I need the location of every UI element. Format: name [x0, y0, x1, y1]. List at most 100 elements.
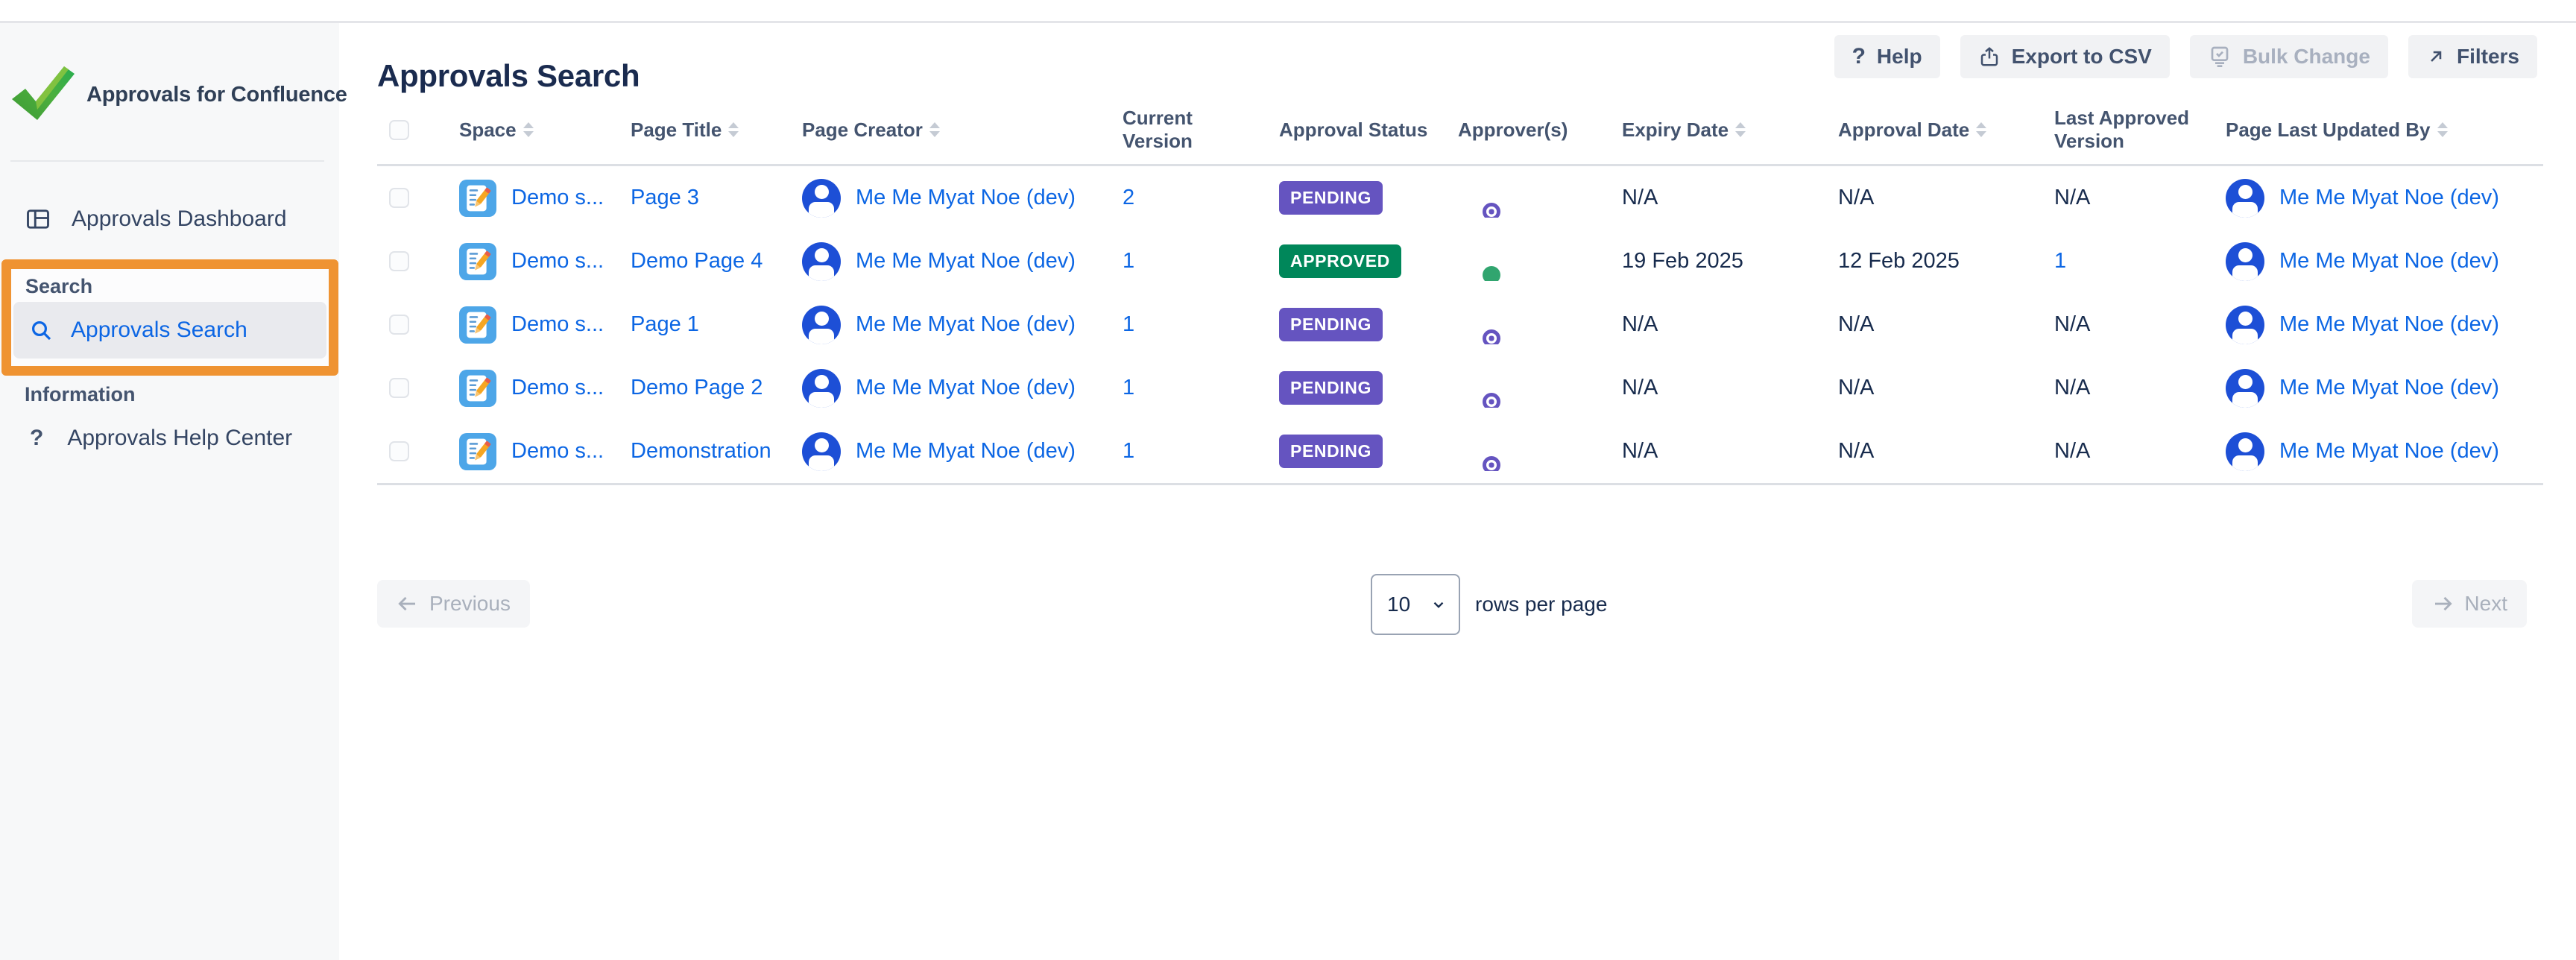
last-approved-version[interactable]: N/A [2054, 376, 2090, 400]
last-approved-version[interactable]: N/A [2054, 312, 2090, 337]
space-link[interactable]: Demo s... [511, 312, 604, 337]
expiry-date-cell: N/A [1610, 376, 1826, 400]
current-version-value[interactable]: 1 [1123, 439, 1134, 464]
column-header-current-version: Current Version [1111, 107, 1267, 153]
filters-button[interactable]: Filters [2408, 35, 2537, 78]
approval-date: N/A [1838, 439, 1874, 464]
space-cell: Demo s... [447, 433, 619, 470]
row-checkbox[interactable] [389, 378, 409, 398]
creator-link[interactable]: Me Me Myat Noe (dev) [856, 249, 1076, 274]
updated-by-link[interactable]: Me Me Myat Noe (dev) [2279, 186, 2499, 210]
approval-date: N/A [1838, 186, 1874, 210]
last-approved-version[interactable]: N/A [2054, 186, 2090, 210]
approvers-cell [1446, 306, 1610, 344]
column-header-page-last-updated-by[interactable]: Page Last Updated By [2214, 119, 2543, 142]
space-link[interactable]: Demo s... [511, 249, 604, 274]
sidebar-item-label: Approvals Help Center [67, 426, 292, 451]
last-approved-version-cell: N/A [2042, 186, 2214, 210]
creator-avatar [802, 369, 841, 408]
row-select-cell [377, 188, 447, 208]
page-title-link[interactable]: Demo Page 2 [631, 376, 763, 400]
presence-badge [1483, 266, 1500, 281]
space-link[interactable]: Demo s... [511, 186, 604, 210]
top-divider [0, 0, 2576, 23]
table-row: Demo s... Demo Page 4 Me Me Myat Noe (de… [377, 230, 2543, 293]
row-checkbox[interactable] [389, 315, 409, 335]
approver-avatar[interactable] [1458, 242, 1497, 281]
button-label: Export to CSV [2012, 45, 2152, 69]
sidebar-item-approvals-search[interactable]: Approvals Search [13, 302, 326, 359]
current-version-value[interactable]: 1 [1123, 249, 1134, 274]
approval-date: N/A [1838, 376, 1874, 400]
arrow-left-icon [397, 593, 419, 615]
next-button[interactable]: Next [2412, 580, 2527, 628]
status-badge: PENDING [1279, 435, 1383, 468]
dashboard-icon [25, 206, 51, 233]
creator-link[interactable]: Me Me Myat Noe (dev) [856, 186, 1076, 210]
arrow-right-icon [2431, 593, 2454, 615]
column-header-page-creator[interactable]: Page Creator [790, 119, 1111, 142]
updated-by-link[interactable]: Me Me Myat Noe (dev) [2279, 376, 2499, 400]
expiry-date: N/A [1622, 186, 1658, 210]
expiry-date-cell: N/A [1610, 439, 1826, 464]
help-button[interactable]: ? Help [1834, 35, 1940, 78]
row-checkbox[interactable] [389, 251, 409, 271]
space-link[interactable]: Demo s... [511, 439, 604, 464]
sort-icon [728, 122, 739, 137]
updated-by-avatar [2226, 306, 2264, 344]
rows-per-page-select[interactable]: 10 [1371, 574, 1460, 635]
sort-icon [1735, 122, 1746, 137]
creator-avatar [802, 179, 841, 218]
creator-link[interactable]: Me Me Myat Noe (dev) [856, 312, 1076, 337]
creator-link[interactable]: Me Me Myat Noe (dev) [856, 439, 1076, 464]
select-all-checkbox[interactable] [389, 120, 409, 140]
sidebar: Approvals for Confluence Approvals Dashb… [0, 23, 339, 960]
approver-avatar[interactable] [1458, 306, 1497, 344]
export-csv-button[interactable]: Export to CSV [1960, 35, 2170, 78]
current-version-value[interactable]: 2 [1123, 186, 1134, 210]
table-row: Demo s... Demonstration Me Me Myat Noe (… [377, 420, 2543, 483]
current-version-value[interactable]: 1 [1123, 312, 1134, 337]
page-title-link[interactable]: Demo Page 4 [631, 249, 763, 274]
creator-avatar [802, 242, 841, 281]
column-header-page-title[interactable]: Page Title [619, 119, 790, 142]
updated-by-link[interactable]: Me Me Myat Noe (dev) [2279, 439, 2499, 464]
export-icon [1978, 45, 2001, 68]
selected-value: 10 [1387, 593, 1410, 616]
approvers-cell [1446, 432, 1610, 471]
row-checkbox[interactable] [389, 441, 409, 461]
space-icon [459, 433, 496, 470]
last-approved-version[interactable]: 1 [2054, 249, 2066, 274]
space-link[interactable]: Demo s... [511, 376, 604, 400]
sort-icon [523, 122, 534, 137]
updated-by-link[interactable]: Me Me Myat Noe (dev) [2279, 249, 2499, 274]
page-title-link[interactable]: Page 1 [631, 312, 699, 337]
updated-by-link[interactable]: Me Me Myat Noe (dev) [2279, 312, 2499, 337]
last-approved-version[interactable]: N/A [2054, 439, 2090, 464]
button-label: Help [1877, 45, 1922, 69]
table-header-row: Space Page Title Page Creator Current Ve… [377, 95, 2543, 166]
current-version-cell: 1 [1111, 376, 1267, 400]
sidebar-item-approvals-dashboard[interactable]: Approvals Dashboard [0, 198, 339, 241]
approver-avatar[interactable] [1458, 369, 1497, 408]
space-cell: Demo s... [447, 306, 619, 344]
page-title-link[interactable]: Page 3 [631, 186, 699, 210]
approver-avatar[interactable] [1458, 179, 1497, 218]
table-row: Demo s... Demo Page 2 Me Me Myat Noe (de… [377, 356, 2543, 420]
search-icon [29, 318, 53, 342]
column-header-space[interactable]: Space [447, 119, 619, 142]
column-header-expiry-date[interactable]: Expiry Date [1610, 119, 1826, 142]
sidebar-item-label: Approvals Search [71, 318, 247, 343]
bulk-change-button[interactable]: Bulk Change [2190, 35, 2388, 78]
sidebar-item-help-center[interactable]: ? Approvals Help Center [0, 418, 339, 458]
page-title-link[interactable]: Demonstration [631, 439, 771, 464]
row-checkbox[interactable] [389, 188, 409, 208]
status-badge: APPROVED [1279, 244, 1401, 278]
current-version-value[interactable]: 1 [1123, 376, 1134, 400]
previous-button[interactable]: Previous [377, 580, 530, 628]
column-header-approval-date[interactable]: Approval Date [1826, 119, 2042, 142]
checkmark-logo-icon [9, 62, 78, 127]
sort-icon [2437, 122, 2448, 137]
approver-avatar[interactable] [1458, 432, 1497, 471]
creator-link[interactable]: Me Me Myat Noe (dev) [856, 376, 1076, 400]
